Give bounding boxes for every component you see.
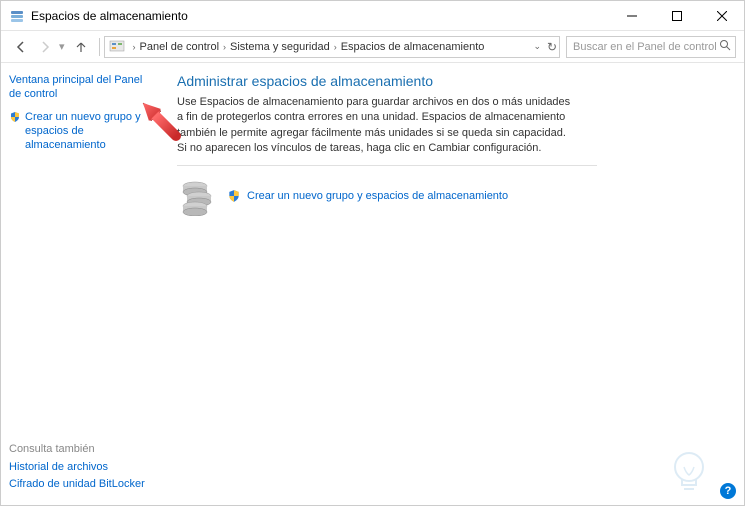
sidebar-create-storage-pool[interactable]: Crear un nuevo grupo y espacios de almac… (9, 110, 153, 153)
breadcrumb-system-security[interactable]: Sistema y seguridad (230, 41, 330, 53)
sidebar-control-panel-home[interactable]: Ventana principal del Panel de control (9, 73, 153, 102)
navbar: ▾ › Panel de control › Sistema y segurid… (1, 31, 744, 63)
help-icon[interactable]: ? (720, 483, 736, 499)
breadcrumb-storage-spaces[interactable]: Espacios de almacenamiento (341, 41, 485, 53)
bottom-links: Consulta también Historial de archivos C… (9, 443, 145, 495)
action-row: Crear un nuevo grupo y espacios de almac… (177, 176, 728, 216)
window-title: Espacios de almacenamiento (31, 9, 609, 23)
titlebar: Espacios de almacenamiento (1, 1, 744, 31)
divider (99, 38, 100, 56)
lightbulb-watermark (664, 447, 714, 497)
search-placeholder: Buscar en el Panel de control (573, 41, 717, 53)
up-button[interactable] (71, 37, 91, 57)
create-storage-pool-label: Crear un nuevo grupo y espacios de almac… (247, 190, 508, 202)
maximize-button[interactable] (654, 1, 699, 30)
forward-button[interactable] (33, 35, 57, 59)
search-input[interactable]: Buscar en el Panel de control (566, 36, 736, 58)
search-icon[interactable] (719, 39, 731, 54)
breadcrumb-control-panel[interactable]: Panel de control (140, 41, 220, 53)
control-panel-icon (109, 39, 125, 55)
sidebar: Ventana principal del Panel de control C… (1, 63, 161, 507)
storage-spaces-icon (9, 8, 25, 24)
main-panel: Administrar espacios de almacenamiento U… (161, 63, 744, 507)
page-title: Administrar espacios de almacenamiento (177, 73, 728, 89)
back-button[interactable] (9, 35, 33, 59)
storage-drives-icon (177, 176, 217, 216)
refresh-button[interactable]: ↻ (547, 40, 557, 54)
chevron-icon[interactable]: › (219, 42, 230, 52)
see-also-heading: Consulta también (9, 443, 145, 455)
chevron-icon[interactable]: › (129, 42, 140, 52)
minimize-button[interactable] (609, 1, 654, 30)
close-button[interactable] (699, 1, 744, 30)
page-description: Use Espacios de almacenamiento para guar… (177, 95, 577, 157)
shield-icon (9, 111, 21, 123)
shield-icon (227, 189, 241, 203)
create-storage-pool-link[interactable]: Crear un nuevo grupo y espacios de almac… (227, 189, 508, 203)
history-dropdown[interactable]: ▾ (59, 40, 65, 53)
address-dropdown[interactable]: ⌄ (533, 41, 541, 52)
bitlocker-link[interactable]: Cifrado de unidad BitLocker (9, 478, 145, 490)
divider (177, 165, 597, 166)
sidebar-create-label: Crear un nuevo grupo y espacios de almac… (25, 110, 153, 153)
breadcrumb[interactable]: › Panel de control › Sistema y seguridad… (104, 36, 560, 58)
chevron-icon[interactable]: › (330, 42, 341, 52)
file-history-link[interactable]: Historial de archivos (9, 461, 145, 473)
